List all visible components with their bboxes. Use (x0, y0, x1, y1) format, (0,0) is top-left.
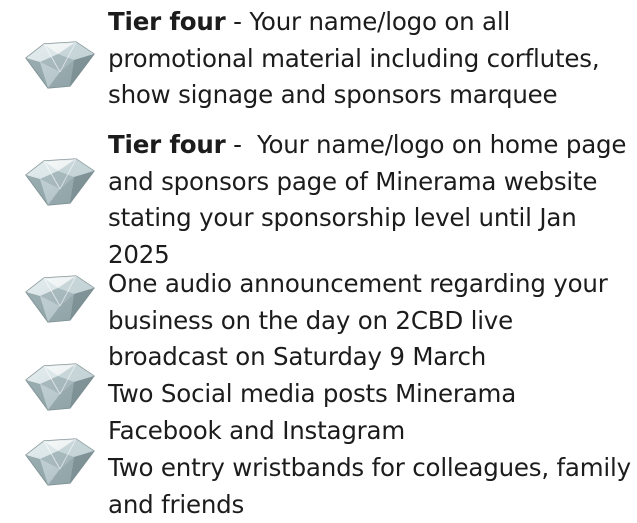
separator: - (225, 7, 250, 36)
benefit-text: One audio announcement regarding your bu… (108, 266, 634, 376)
diamond-icon (14, 149, 104, 213)
tier-label: Tier four (108, 7, 226, 36)
diamond-icon (14, 429, 104, 493)
sponsor-benefits-list: Tier four - Your name/logo on all promot… (0, 0, 637, 520)
diamond-icon (14, 354, 104, 418)
benefit-text: Tier four - Your name/logo on all promot… (108, 4, 634, 114)
benefit-text: Two entry wristbands for colleagues, fam… (108, 450, 634, 523)
benefit-body: Two Social media posts Minerama Facebook… (108, 379, 517, 445)
diamond-icon (14, 266, 104, 330)
diamond-icon (14, 32, 104, 96)
benefit-body: One audio announcement regarding your bu… (108, 269, 608, 371)
benefit-text: Tier four - Your name/logo on home page … (108, 127, 634, 273)
benefit-text: Two Social media posts Minerama Facebook… (108, 376, 634, 449)
benefit-body: Two entry wristbands for colleagues, fam… (108, 453, 631, 519)
separator: - (225, 130, 257, 159)
tier-label: Tier four (108, 130, 226, 159)
